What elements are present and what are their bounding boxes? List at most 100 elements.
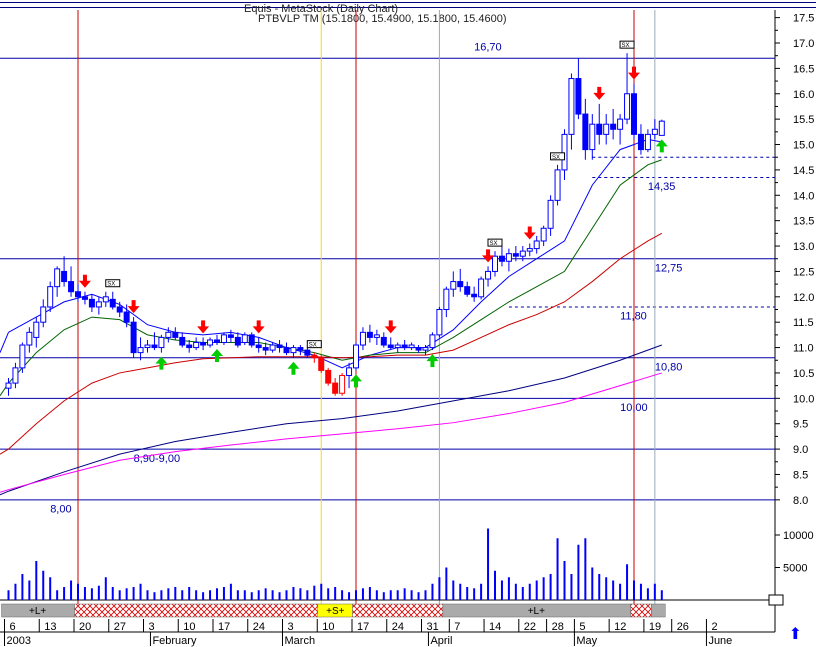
candle-body	[651, 128, 658, 135]
y-tick-label: 8.0	[793, 495, 808, 507]
candle-body	[54, 268, 61, 288]
candle-body	[297, 347, 304, 351]
x-tick-label: 19	[649, 621, 661, 633]
candle-body	[457, 281, 464, 288]
candle-body	[387, 344, 394, 349]
candle-body	[554, 169, 561, 201]
candle-body	[186, 344, 193, 349]
candle-body	[102, 296, 109, 303]
sell-arrow-icon	[252, 320, 265, 334]
candle-body	[40, 306, 47, 323]
candle-body	[589, 123, 596, 151]
candle-body	[436, 308, 443, 336]
candle-body	[624, 93, 631, 120]
x-tick-label: 22	[524, 621, 536, 633]
signal-band-segment	[74, 603, 319, 618]
y-tick-label: 14.5	[793, 165, 814, 177]
signal-band-segment	[630, 603, 652, 618]
candle-body	[603, 123, 610, 135]
y-tick-label: 11.5	[793, 317, 814, 329]
candle-body	[234, 336, 241, 346]
buy-arrow-icon	[155, 356, 168, 370]
candle-body	[123, 311, 130, 323]
moving-average-green	[8, 159, 662, 384]
candle-body	[429, 334, 436, 349]
moving-average-red-start	[0, 448, 9, 455]
candle-body	[533, 240, 540, 250]
candle-body	[151, 344, 158, 349]
candle-body	[88, 298, 95, 308]
candle-body	[269, 344, 276, 351]
buy-arrow-icon	[287, 361, 300, 375]
x-tick-label: 31	[427, 621, 439, 633]
candle-body	[582, 113, 589, 151]
sx-signal-box-text: SX	[622, 43, 630, 49]
x-tick-label: 6	[10, 621, 16, 633]
candle-body	[561, 133, 568, 171]
signal-band-label: +L+	[528, 606, 545, 617]
candle-body	[255, 344, 262, 349]
y-tick-label: 13.0	[793, 241, 814, 253]
x-tick-label: 27	[114, 621, 126, 633]
y-tick-label: 15.5	[793, 114, 814, 126]
x-tick-label: 3	[288, 621, 294, 633]
sx-signal-box-text: SX	[490, 241, 498, 247]
candle-body	[353, 344, 359, 369]
sell-arrow-icon	[628, 66, 640, 80]
y-tick-label: 16.5	[793, 63, 814, 75]
candle-body	[311, 354, 318, 359]
candle-body	[137, 347, 144, 354]
candle-body	[325, 369, 332, 384]
x-tick-label: 10	[322, 621, 334, 633]
candle-body	[512, 253, 519, 257]
x-tick-label: 20	[79, 621, 91, 633]
x-tick-label: 13	[44, 621, 56, 633]
sell-arrow-icon	[523, 226, 536, 240]
candle-body	[47, 286, 54, 308]
candle-body	[394, 344, 401, 349]
moving-average-blue-start	[0, 332, 9, 353]
candle-body	[68, 281, 75, 293]
candle-body	[575, 78, 582, 115]
y-tick-label: 11.0	[793, 343, 814, 355]
y-tick-label: 10.0	[793, 393, 814, 405]
candle-body	[81, 296, 88, 300]
period-label: April	[430, 635, 452, 647]
y-tick-label: 17.5	[793, 13, 814, 25]
stock-chart: 8.0 8.5 9.0 9.5 10.0 10.5 11.0 11.5 12.0 12.5 13.0…	[0, 10, 814, 647]
candle-body	[339, 374, 346, 394]
x-tick-label: 28	[552, 621, 564, 633]
candle-body	[283, 347, 290, 354]
x-tick-label: 7	[454, 621, 460, 633]
level-annotation: 10,80	[655, 361, 683, 373]
scroll-up-arrow-icon[interactable]: ⬆	[789, 627, 802, 643]
candle-body	[179, 336, 186, 346]
y-tick-label: 9.0	[793, 444, 808, 456]
candle-body	[61, 270, 68, 283]
x-tick-label: 12	[614, 621, 626, 633]
x-tick-label: 26	[677, 621, 689, 633]
volume-tick-label: 10000	[783, 530, 814, 542]
level-annotation: 16,70	[474, 42, 502, 54]
candle-body	[547, 199, 554, 229]
candle-body	[540, 227, 547, 242]
candle-body	[464, 286, 471, 295]
candle-body	[373, 334, 380, 338]
candle-body	[193, 341, 200, 349]
buy-arrow-icon	[350, 374, 362, 388]
x-tick-label: 2	[711, 621, 717, 633]
sell-arrow-icon	[78, 274, 91, 288]
candle-body	[130, 321, 137, 354]
x-tick-label: 24	[253, 621, 265, 633]
y-tick-label: 13.5	[793, 216, 814, 228]
candle-body	[610, 123, 617, 130]
candle-body	[227, 334, 234, 338]
x-tick-label: 17	[357, 621, 369, 633]
period-label: June	[708, 635, 732, 647]
period-label: 2003	[7, 635, 31, 647]
candle-body	[519, 250, 526, 257]
volume-tick-label: 5000	[783, 563, 807, 575]
y-tick-label: 8.5	[793, 469, 808, 481]
candle-body	[644, 133, 651, 151]
period-label: May	[576, 635, 597, 647]
